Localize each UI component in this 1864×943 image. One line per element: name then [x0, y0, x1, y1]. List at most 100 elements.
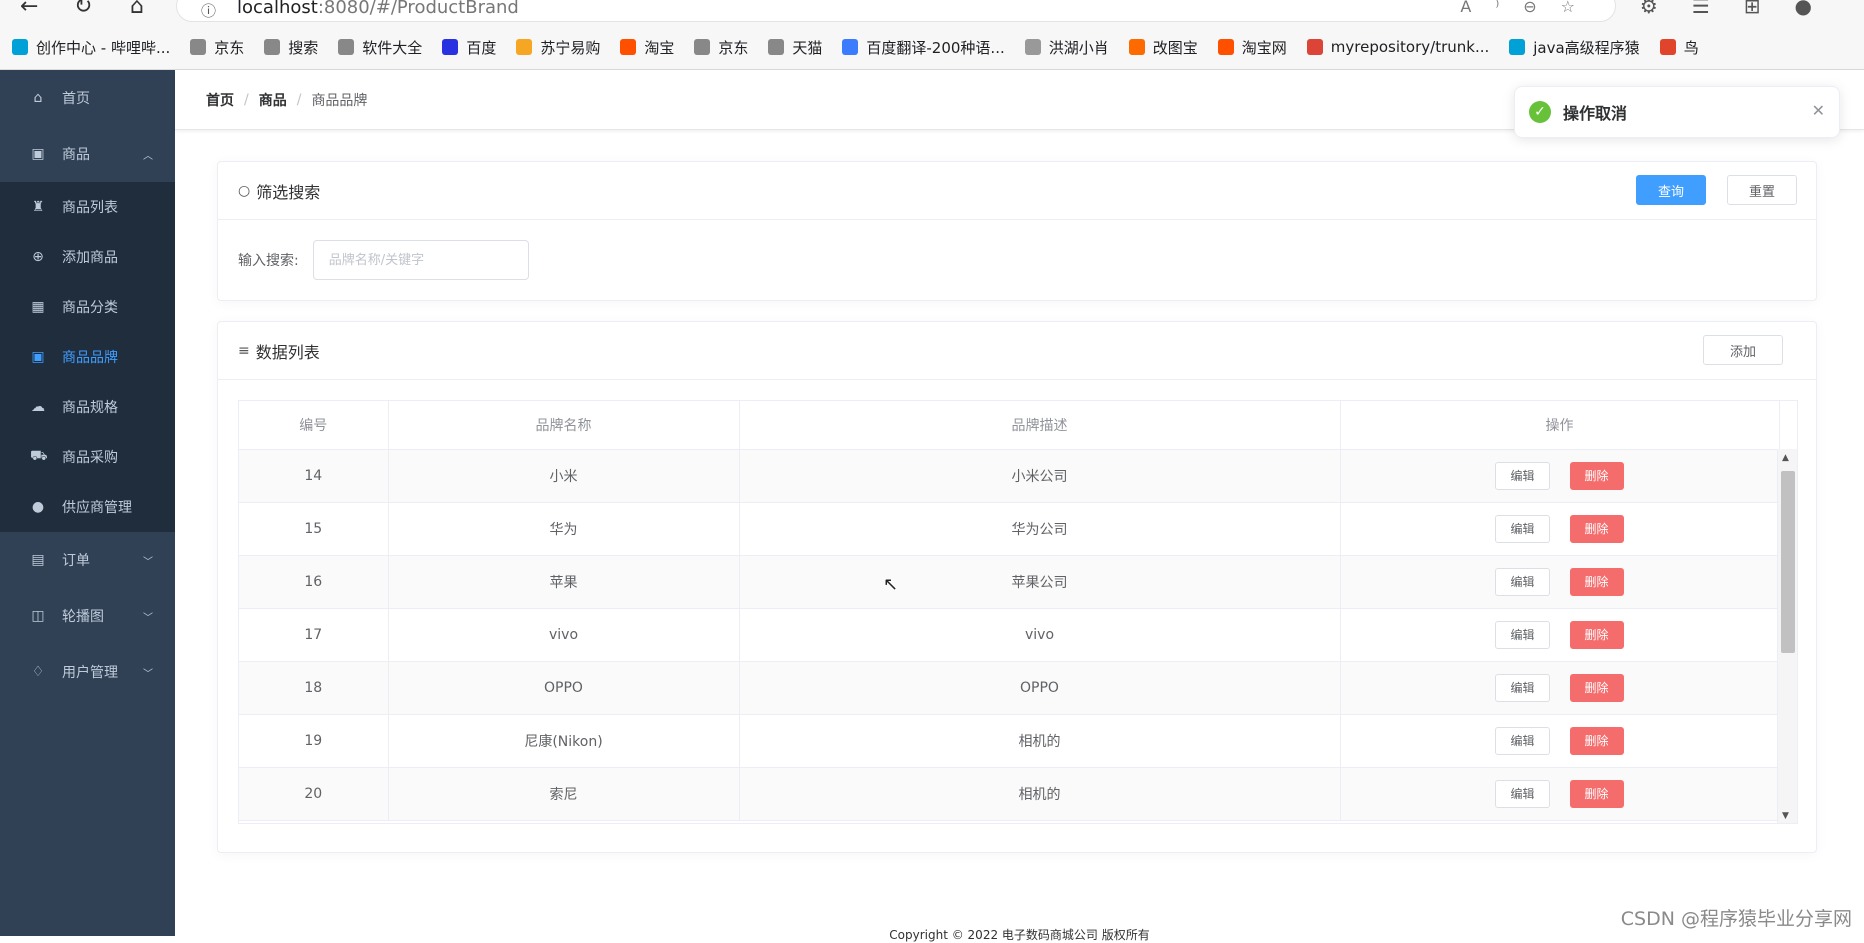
chevron-down-icon: ﹀	[143, 556, 153, 568]
query-button[interactable]: 查询	[1636, 175, 1706, 205]
bookmark-item[interactable]: 苏宁易购	[516, 37, 600, 58]
delete-button[interactable]: 删除	[1569, 514, 1624, 543]
bird-icon	[1659, 39, 1676, 55]
bookmark-item[interactable]: 百度翻译-200种语...	[842, 37, 1005, 58]
bookmark-item[interactable]: java高级程序猿	[1509, 37, 1640, 58]
sidebar-subitem[interactable]: ☁ 商品规格	[0, 382, 175, 432]
bookmarks-bar: 创作中心 - 哔哩哔... 京东 搜索 软件大全 百度 苏宁易购 淘宝 京东 天猫 百度翻译-20…	[0, 34, 1719, 60]
delete-button[interactable]: 删除	[1569, 620, 1624, 649]
bookmark-item[interactable]: 改图宝	[1128, 37, 1198, 58]
delete-button[interactable]: 删除	[1569, 461, 1624, 490]
mouse-cursor-icon: ↖	[883, 574, 899, 595]
suning-icon	[516, 39, 533, 55]
bookmark-item[interactable]: myrepository/trunk...	[1306, 38, 1489, 56]
page-icon	[264, 39, 281, 55]
edit-button[interactable]: 编辑	[1495, 461, 1550, 490]
table-row: 14 小米 小米公司 编辑 删除	[239, 449, 1780, 503]
bookmark-label: 淘宝	[644, 38, 675, 57]
bookmark-item[interactable]: 洪湖小肖	[1024, 37, 1109, 58]
gaitubao-icon	[1128, 39, 1145, 55]
toast-message: ✓ 操作取消 ✕	[1514, 86, 1840, 138]
bookmark-item[interactable]: 百度	[442, 37, 496, 58]
breadcrumb-separator: /	[244, 91, 249, 108]
page-icon	[768, 39, 785, 55]
plus-circle-icon: ⊕	[32, 249, 44, 265]
column-header: 操作	[1340, 401, 1780, 450]
table-scrollbar[interactable]: ▲ ▼	[1777, 449, 1797, 823]
sidebar-item-carousel[interactable]: ◫ 轮播图 ﹀	[0, 588, 175, 644]
edit-button[interactable]: 编辑	[1495, 726, 1550, 755]
search-label: 输入搜索:	[238, 253, 299, 269]
breadcrumb-goods[interactable]: 商品	[259, 90, 287, 110]
bookmark-item[interactable]: 搜索	[264, 37, 318, 58]
sidebar-item-label: 商品	[62, 147, 90, 163]
delete-button[interactable]: 删除	[1569, 673, 1624, 702]
bookmark-item[interactable]: 淘宝网	[1217, 37, 1287, 58]
back-icon[interactable]: ←	[20, 0, 38, 19]
sidebar-item-goods[interactable]: ▣ 商品 ︿	[0, 126, 175, 182]
page-icon	[338, 39, 355, 55]
scroll-up-icon[interactable]: ▲	[1782, 453, 1789, 463]
scrollbar-thumb[interactable]	[1781, 471, 1795, 653]
table-row: 19 尼康(Nikon) 相机的 编辑 删除	[239, 714, 1780, 768]
cell-name: OPPO	[388, 661, 740, 715]
sidebar-subitem[interactable]: ▦ 商品分类	[0, 282, 175, 332]
delete-button[interactable]: 删除	[1569, 726, 1624, 755]
reset-button[interactable]: 重置	[1727, 175, 1797, 205]
cell-id: 20	[239, 767, 389, 821]
edit-button[interactable]: 编辑	[1495, 779, 1550, 808]
url-text[interactable]: localhost:8080/#/ProductBrand	[237, 0, 519, 18]
bookmark-item[interactable]: 创作中心 - 哔哩哔...	[12, 37, 170, 58]
sidebar-item-label: 商品分类	[62, 300, 118, 316]
sidebar-subitem[interactable]: ▣ 商品品牌	[0, 332, 175, 382]
sidebar-item-users[interactable]: ♢ 用户管理 ﹀	[0, 644, 175, 700]
sidebar-item-orders[interactable]: ▤ 订单 ﹀	[0, 532, 175, 588]
column-header: 品牌名称	[388, 401, 740, 450]
edit-button[interactable]: 编辑	[1495, 567, 1550, 596]
close-icon[interactable]: ✕	[1812, 101, 1825, 120]
sidebar-subitem[interactable]: ♜ 商品列表	[0, 182, 175, 232]
home-icon: ⌂	[33, 90, 43, 106]
sidebar-subitem[interactable]: ⊕ 添加商品	[0, 232, 175, 282]
user-icon: ●	[31, 499, 45, 515]
cloud-icon: ☁	[31, 399, 45, 415]
site-info-icon[interactable]: ⓘ	[201, 0, 216, 21]
sidebar-subitem[interactable]: ⛟ 商品采购	[0, 432, 175, 482]
bookmark-label: 京东	[718, 38, 749, 57]
home-icon[interactable]: ⌂	[130, 0, 144, 19]
reload-icon[interactable]: ↻	[74, 0, 92, 19]
table-row: 20 索尼 相机的 编辑 删除	[239, 767, 1780, 821]
bookmark-item[interactable]: 鸟	[1659, 37, 1699, 58]
search-input[interactable]	[312, 240, 529, 280]
edit-button[interactable]: 编辑	[1495, 514, 1550, 543]
bookmark-item[interactable]: 淘宝	[620, 37, 674, 58]
bookmark-label: 京东	[214, 38, 245, 57]
delete-button[interactable]: 删除	[1569, 567, 1624, 596]
sidebar-item-label: 首页	[62, 91, 90, 107]
add-button[interactable]: 添加	[1703, 335, 1783, 365]
cell-actions: 编辑 删除	[1340, 714, 1780, 768]
delete-button[interactable]: 删除	[1569, 779, 1624, 808]
scroll-down-icon[interactable]: ▼	[1782, 811, 1789, 821]
cell-actions: 编辑 删除	[1340, 502, 1780, 556]
cell-actions: 编辑 删除	[1340, 555, 1780, 609]
bilibili-icon	[1509, 39, 1526, 55]
browser-extension-icons[interactable]: ⚙☰⊞●	[1640, 0, 1846, 18]
edit-button[interactable]: 编辑	[1495, 620, 1550, 649]
page-icon	[694, 39, 711, 55]
bookmark-item[interactable]: 京东	[694, 37, 748, 58]
bookmark-item[interactable]: 天猫	[768, 37, 822, 58]
avatar-icon	[1024, 39, 1041, 55]
sidebar-subitem[interactable]: ● 供应商管理	[0, 482, 175, 532]
address-bar-icons[interactable]: A⁾⊖☆	[1460, 0, 1599, 16]
chevron-down-icon: ﹀	[143, 668, 153, 680]
cell-desc: 苹果公司	[739, 555, 1341, 609]
cell-id: 14	[239, 449, 389, 503]
sidebar-item-home[interactable]: ⌂ 首页	[0, 70, 175, 126]
edit-button[interactable]: 编辑	[1495, 673, 1550, 702]
bookmark-item[interactable]: 软件大全	[338, 37, 422, 58]
breadcrumb-home[interactable]: 首页	[206, 90, 234, 110]
bookmark-item[interactable]: 京东	[190, 37, 244, 58]
bookmark-label: 淘宝网	[1241, 38, 1287, 57]
address-bar[interactable]: ⓘ localhost:8080/#/ProductBrand A⁾⊖☆	[176, 0, 1616, 22]
